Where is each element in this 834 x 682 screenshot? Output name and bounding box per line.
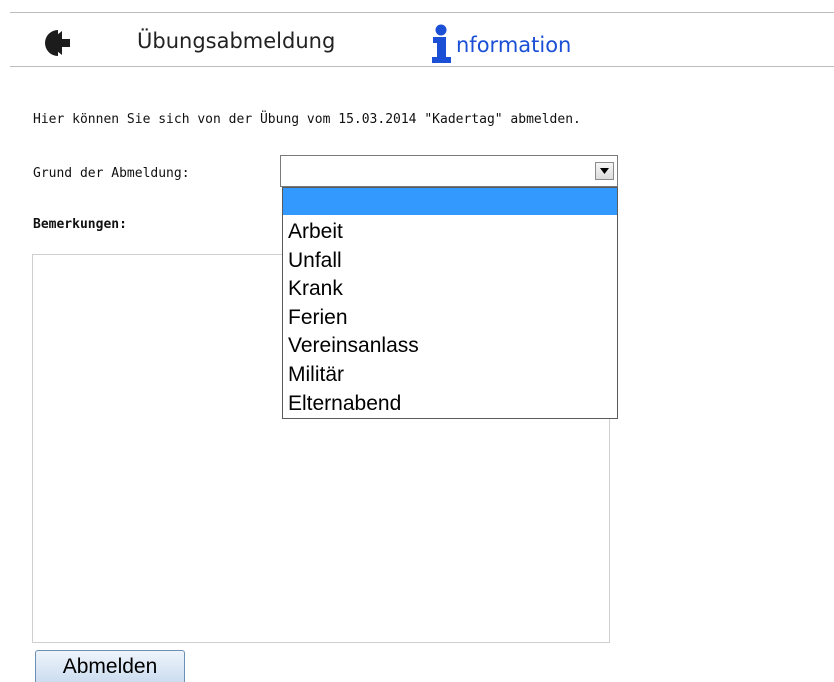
reason-option-ferien[interactable]: Ferien [283, 304, 617, 333]
reason-select[interactable] [280, 155, 618, 187]
submit-button[interactable]: Abmelden [35, 650, 185, 682]
reason-dropdown-list: Arbeit Unfall Krank Ferien Vereinsanlass… [282, 187, 618, 419]
back-arrow-icon[interactable] [38, 28, 72, 58]
reason-label: Grund der Abmeldung: [33, 166, 190, 181]
reason-option-elternabend[interactable]: Elternabend [283, 390, 617, 419]
reason-option-unfall[interactable]: Unfall [283, 247, 617, 276]
information-link[interactable]: nformation [429, 24, 571, 64]
information-link-label: nformation [456, 33, 572, 57]
intro-text: Hier können Sie sich von der Übung vom 1… [33, 112, 581, 127]
top-divider [10, 12, 834, 13]
remarks-label: Bemerkungen: [33, 217, 127, 232]
page-title: Übungsabmeldung [137, 29, 336, 53]
reason-option-empty[interactable] [283, 188, 617, 215]
reason-option-krank[interactable]: Krank [283, 275, 617, 304]
info-i-icon [432, 24, 451, 63]
reason-option-militaer[interactable]: Militär [283, 361, 617, 390]
reason-option-arbeit[interactable]: Arbeit [283, 218, 617, 247]
chevron-down-icon [600, 168, 609, 174]
dropdown-arrow-button[interactable] [595, 162, 614, 180]
header-divider [10, 66, 834, 67]
reason-option-vereinsanlass[interactable]: Vereinsanlass [283, 332, 617, 361]
